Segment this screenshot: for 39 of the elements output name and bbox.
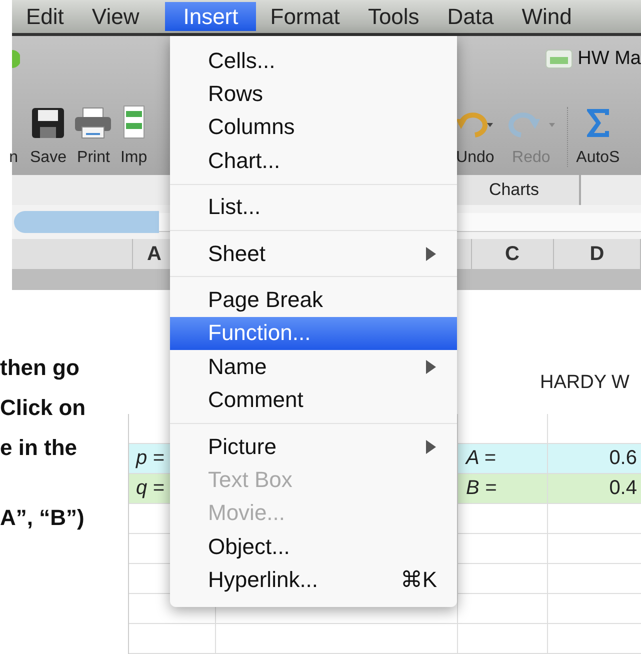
menu-item[interactable]: Sheet [170,236,457,270]
menu-bar-item[interactable]: Format [256,2,354,31]
table-cell-text: 0.6 [608,446,638,471]
submenu-arrow-icon [425,438,437,455]
slide-text: Click on [0,395,87,422]
sheet-heading: HARDY W [540,372,630,395]
toolbar-button[interactable]: Print [70,107,116,167]
window-button-icon[interactable] [12,50,20,68]
undo-arrow-icon [455,111,496,139]
spreadsheet-icon [122,105,145,139]
toolbar-button[interactable]: Save [26,107,70,167]
table-cell-text: 0.4 [608,476,638,501]
menu-item[interactable]: Comment [170,384,457,417]
slide-text: e in the [0,435,78,462]
table-cell: A = [458,444,548,473]
menu-bar-item[interactable]: Wind [508,2,586,31]
slide-text: A”, “B”) [0,505,86,532]
menu-bar-item[interactable]: Edit [12,2,78,31]
menu-item[interactable]: Rows [170,77,457,111]
menu-item[interactable]: Object... [170,530,457,564]
menu-bar-item[interactable]: View [78,2,154,31]
menu-item[interactable]: Name [170,350,457,384]
menu-item[interactable]: Page Break [170,283,457,317]
slide-text: then go [0,355,80,382]
submenu-arrow-icon [425,246,437,262]
menu-bar-item[interactable]: Insert [165,2,256,31]
sigma-icon [584,107,611,139]
toolbar-button[interactable]: Imp [116,105,152,167]
menu-bar-item[interactable]: Tools [354,2,434,31]
menu-item[interactable]: Hyperlink... ⌘K [170,563,457,597]
printer-icon [74,107,112,139]
document-icon [544,48,574,70]
submenu-arrow-icon [425,358,437,375]
menu-bar-item[interactable]: Data [433,2,508,31]
window-title: HW Ma [578,48,641,70]
menu-item[interactable]: Cells... [170,44,457,78]
table-cell: B = [458,474,548,503]
menu-item[interactable]: Function... [170,316,457,350]
toolbar-button[interactable]: AutoS [567,107,624,167]
